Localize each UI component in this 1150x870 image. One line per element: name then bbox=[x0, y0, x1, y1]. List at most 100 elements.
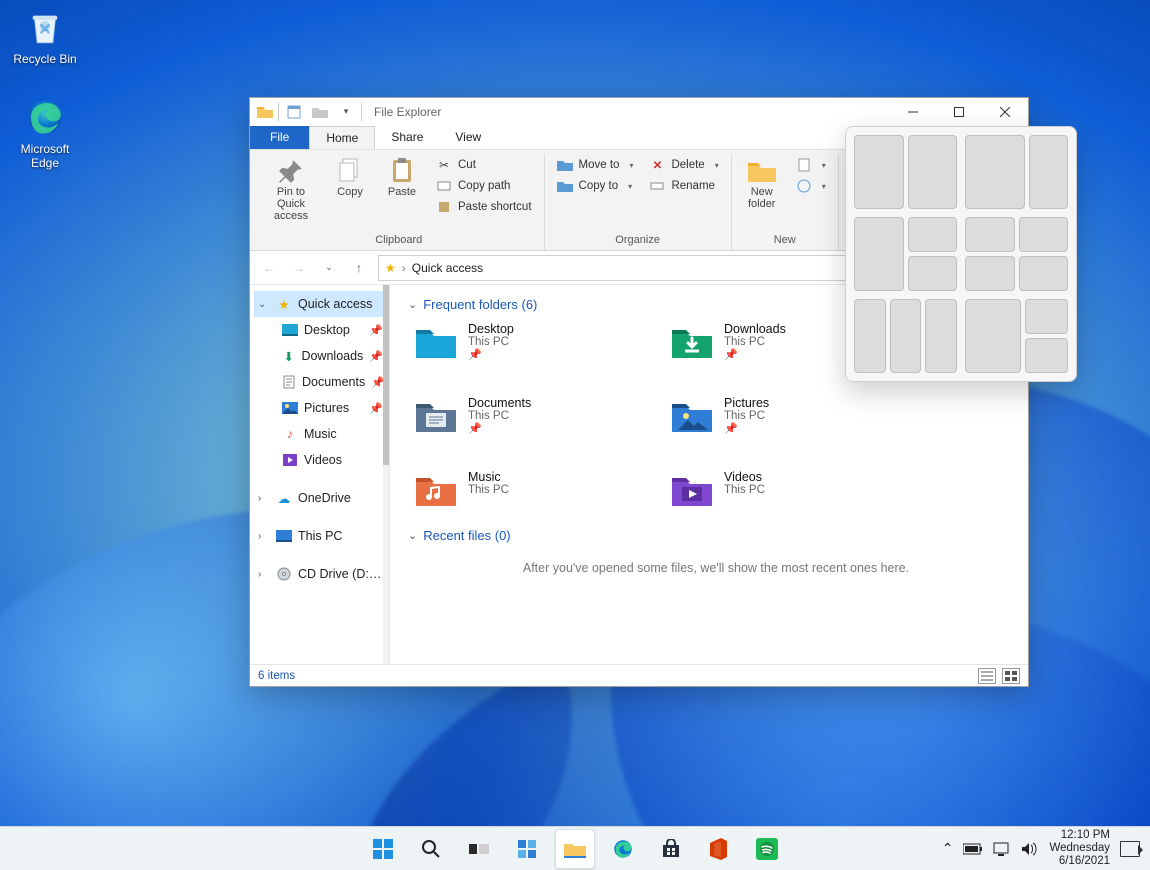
nav-recent-button[interactable]: ⌄ bbox=[318, 257, 340, 279]
taskbar-clock[interactable]: 12:10 PM Wednesday 6/16/2021 bbox=[1049, 829, 1110, 868]
chevron-down-icon: ▾ bbox=[822, 182, 826, 191]
nav-desktop[interactable]: Desktop📌 bbox=[254, 317, 389, 343]
paste-shortcut-button[interactable]: Paste shortcut bbox=[432, 198, 536, 216]
start-button[interactable] bbox=[363, 829, 403, 869]
tab-file[interactable]: File bbox=[250, 126, 309, 149]
folder-item[interactable]: PicturesThis PC📌 bbox=[670, 396, 870, 436]
folder-item[interactable]: DownloadsThis PC📌 bbox=[670, 322, 870, 362]
view-details-button[interactable] bbox=[978, 668, 996, 684]
taskbar-file-explorer[interactable] bbox=[555, 829, 595, 869]
desktop-icon-edge[interactable]: Microsoft Edge bbox=[6, 96, 84, 170]
recent-files-header[interactable]: ⌄Recent files (0) bbox=[408, 528, 1018, 543]
delete-button[interactable]: ✕Delete▾ bbox=[645, 156, 722, 174]
taskbar: ⌃ 12:10 PM Wednesday 6/16/2021 bbox=[0, 826, 1150, 870]
ribbon-group-label: Clipboard bbox=[262, 232, 536, 250]
titlebar[interactable]: ▾ File Explorer bbox=[250, 98, 1028, 126]
taskbar-spotify[interactable] bbox=[747, 829, 787, 869]
folder-item[interactable]: MusicThis PC bbox=[414, 470, 614, 510]
folder-item[interactable]: DesktopThis PC📌 bbox=[414, 322, 614, 362]
folder-icon bbox=[670, 396, 714, 436]
paste-shortcut-icon bbox=[436, 199, 452, 215]
network-icon[interactable] bbox=[993, 842, 1011, 856]
copy-button[interactable]: Copy bbox=[328, 154, 372, 198]
breadcrumb[interactable]: Quick access bbox=[412, 261, 483, 275]
folder-name: Desktop bbox=[468, 322, 514, 336]
easy-access-button[interactable]: ▾ bbox=[792, 177, 830, 195]
paste-button[interactable]: Paste bbox=[380, 154, 424, 198]
status-item-count: 6 items bbox=[258, 670, 295, 682]
ribbon-group-label: Organize bbox=[553, 232, 723, 250]
snap-layout-option[interactable] bbox=[965, 299, 1068, 373]
folder-name: Videos bbox=[724, 470, 765, 484]
qat-properties-icon[interactable] bbox=[283, 102, 305, 122]
nav-pictures[interactable]: Pictures📌 bbox=[254, 395, 389, 421]
cloud-icon: ☁ bbox=[276, 490, 292, 506]
nav-downloads[interactable]: ⬇Downloads📌 bbox=[254, 343, 389, 369]
snap-layouts-popup bbox=[845, 126, 1077, 382]
qat-customize-icon[interactable]: ▾ bbox=[335, 102, 357, 122]
move-to-icon bbox=[557, 157, 573, 173]
view-large-icons-button[interactable] bbox=[1002, 668, 1020, 684]
snap-layout-option[interactable] bbox=[854, 217, 957, 291]
nav-quick-access[interactable]: ⌄★Quick access bbox=[254, 291, 389, 317]
taskbar-office[interactable] bbox=[699, 829, 739, 869]
desktop-icon-recycle-bin[interactable]: Recycle Bin bbox=[6, 6, 84, 66]
snap-layout-option[interactable] bbox=[854, 135, 957, 209]
taskbar-store[interactable] bbox=[651, 829, 691, 869]
maximize-button[interactable] bbox=[936, 98, 982, 126]
copy-to-button[interactable]: Copy to▾ bbox=[553, 177, 638, 195]
new-item-icon bbox=[796, 157, 812, 173]
music-icon: ♪ bbox=[282, 426, 298, 442]
nav-this-pc[interactable]: ›This PC bbox=[254, 523, 389, 549]
snap-layout-option[interactable] bbox=[965, 217, 1068, 291]
minimize-button[interactable] bbox=[890, 98, 936, 126]
folder-location: This PC bbox=[724, 410, 769, 422]
paste-icon bbox=[385, 156, 419, 186]
tab-view[interactable]: View bbox=[439, 126, 497, 149]
folder-location: This PC bbox=[724, 336, 786, 348]
nav-videos[interactable]: Videos bbox=[254, 447, 389, 473]
tab-share[interactable]: Share bbox=[375, 126, 439, 149]
window-title: File Explorer bbox=[374, 105, 441, 119]
folder-item[interactable]: VideosThis PC bbox=[670, 470, 870, 510]
new-item-button[interactable]: ▾ bbox=[792, 156, 830, 174]
nav-documents[interactable]: Documents📌 bbox=[254, 369, 389, 395]
folder-item[interactable]: DocumentsThis PC📌 bbox=[414, 396, 614, 436]
qat-new-folder-icon[interactable] bbox=[309, 102, 331, 122]
pin-icon: 📌 bbox=[369, 350, 383, 363]
folder-location: This PC bbox=[468, 484, 509, 496]
search-button[interactable] bbox=[411, 829, 451, 869]
pin-to-quick-access-button[interactable]: Pin to Quick access bbox=[262, 154, 320, 222]
nav-music[interactable]: ♪Music bbox=[254, 421, 389, 447]
easy-access-icon bbox=[796, 178, 812, 194]
folder-icon bbox=[414, 470, 458, 510]
cut-icon: ✂ bbox=[436, 157, 452, 173]
close-button[interactable] bbox=[982, 98, 1028, 126]
volume-icon[interactable] bbox=[1021, 842, 1039, 856]
cut-button[interactable]: ✂Cut bbox=[432, 156, 536, 174]
taskbar-edge[interactable] bbox=[603, 829, 643, 869]
folder-name: Music bbox=[468, 470, 509, 484]
nav-back-button[interactable]: ← bbox=[258, 257, 280, 279]
nav-cd-drive[interactable]: ›CD Drive (D:) CCC bbox=[254, 561, 389, 587]
task-view-button[interactable] bbox=[459, 829, 499, 869]
snap-layout-option[interactable] bbox=[854, 299, 957, 373]
pin-icon: 📌 bbox=[468, 348, 514, 361]
nav-scrollbar[interactable] bbox=[383, 285, 389, 664]
snap-layout-option[interactable] bbox=[965, 135, 1068, 209]
nav-up-button[interactable]: ↑ bbox=[348, 257, 370, 279]
widgets-button[interactable] bbox=[507, 829, 547, 869]
folder-name: Pictures bbox=[724, 396, 769, 410]
new-folder-button[interactable]: New folder bbox=[740, 154, 784, 210]
nav-forward-button[interactable]: → bbox=[288, 257, 310, 279]
move-to-button[interactable]: Move to▾ bbox=[553, 156, 638, 174]
notifications-button[interactable] bbox=[1120, 841, 1140, 857]
recent-empty-text: After you've opened some files, we'll sh… bbox=[414, 561, 1018, 575]
tray-overflow-button[interactable]: ⌃ bbox=[942, 840, 954, 857]
rename-button[interactable]: Rename bbox=[645, 177, 722, 195]
battery-icon[interactable] bbox=[963, 843, 983, 855]
copy-path-button[interactable]: Copy path bbox=[432, 177, 536, 195]
tab-home[interactable]: Home bbox=[309, 126, 375, 149]
downloads-icon: ⬇ bbox=[282, 348, 295, 364]
nav-onedrive[interactable]: ›☁OneDrive bbox=[254, 485, 389, 511]
